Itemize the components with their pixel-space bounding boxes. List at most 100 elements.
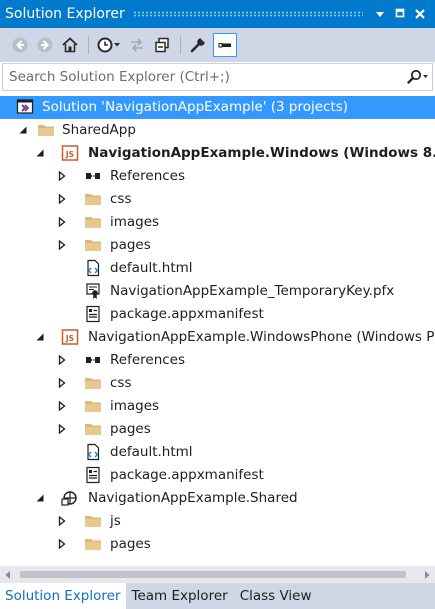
tree-item[interactable]: NavigationAppExample.Shared bbox=[0, 487, 435, 510]
tree-item[interactable]: js bbox=[0, 510, 435, 533]
tree-item-label: NavigationAppExample.Shared bbox=[88, 490, 298, 506]
preview-selected-items-button[interactable] bbox=[213, 33, 237, 57]
pin-icon bbox=[395, 8, 405, 18]
shared-project-icon bbox=[61, 489, 79, 507]
search-button[interactable] bbox=[404, 65, 432, 89]
tree-item-label: default.html bbox=[110, 260, 193, 276]
title-grip[interactable] bbox=[132, 11, 363, 17]
manifest-icon bbox=[84, 466, 102, 484]
collapsed-arrow-icon[interactable] bbox=[56, 193, 68, 205]
tree-item-label: Solution 'NavigationAppExample' (3 proje… bbox=[42, 99, 349, 115]
window-options-button[interactable] bbox=[371, 4, 389, 24]
collapsed-arrow-icon[interactable] bbox=[56, 515, 68, 527]
collapsed-arrow-icon[interactable] bbox=[56, 239, 68, 251]
scroll-left-button[interactable] bbox=[0, 566, 16, 583]
tree-item[interactable]: package.appxmanifest bbox=[0, 303, 435, 326]
tree-item[interactable]: Solution 'NavigationAppExample' (3 proje… bbox=[0, 96, 435, 119]
tree-item[interactable]: pages bbox=[0, 418, 435, 441]
close-icon bbox=[415, 9, 425, 19]
tree-item[interactable]: css bbox=[0, 372, 435, 395]
tree-item[interactable]: images bbox=[0, 395, 435, 418]
folder-icon bbox=[84, 236, 102, 254]
solution-tree: Solution 'NavigationAppExample' (3 proje… bbox=[0, 96, 435, 566]
solution-icon bbox=[16, 98, 34, 116]
tree-item-label: package.appxmanifest bbox=[110, 467, 264, 483]
tree-item-label: css bbox=[110, 375, 132, 391]
tool-window-tabs: Solution Explorer Team Explorer Class Vi… bbox=[0, 583, 435, 609]
tree-item[interactable]: images bbox=[0, 211, 435, 234]
tree-item[interactable]: pages bbox=[0, 234, 435, 257]
folder-icon bbox=[84, 374, 102, 392]
tree-item[interactable]: pages bbox=[0, 533, 435, 556]
tree-item[interactable]: References bbox=[0, 165, 435, 188]
scrollbar-track[interactable] bbox=[16, 566, 419, 583]
scroll-right-button[interactable] bbox=[419, 566, 435, 583]
search-icon bbox=[407, 69, 428, 84]
tree-item-label: NavigationAppExample.WindowsPhone (Windo… bbox=[88, 329, 435, 345]
search-box bbox=[2, 63, 433, 91]
tree-item[interactable]: SharedApp bbox=[0, 119, 435, 142]
tree-item-label: css bbox=[110, 191, 132, 207]
tree-item[interactable]: References bbox=[0, 349, 435, 372]
scroll-right-icon bbox=[425, 570, 430, 579]
collapsed-arrow-icon[interactable] bbox=[56, 423, 68, 435]
tree-item[interactable]: css bbox=[0, 188, 435, 211]
html-file-icon bbox=[84, 443, 102, 461]
tree-item[interactable]: JS NavigationAppExample.Windows (Windows … bbox=[0, 142, 435, 165]
collapsed-arrow-icon[interactable] bbox=[56, 377, 68, 389]
expanded-arrow-icon[interactable] bbox=[34, 147, 46, 159]
tab-class-view[interactable]: Class View bbox=[234, 583, 318, 609]
tree-item[interactable]: NavigationAppExample_TemporaryKey.pfx bbox=[0, 280, 435, 303]
expanded-arrow-icon[interactable] bbox=[34, 331, 46, 343]
manifest-icon bbox=[84, 305, 102, 323]
folder-icon bbox=[84, 420, 102, 438]
tree-item[interactable]: default.html bbox=[0, 257, 435, 280]
sync-with-active-document-button[interactable] bbox=[125, 33, 149, 57]
clock-icon bbox=[97, 37, 120, 53]
tab-team-explorer[interactable]: Team Explorer bbox=[126, 583, 234, 609]
folder-icon bbox=[84, 190, 102, 208]
search-input[interactable] bbox=[3, 65, 404, 89]
tree-item-label: default.html bbox=[110, 444, 193, 460]
close-button[interactable] bbox=[411, 4, 429, 24]
collapsed-arrow-icon[interactable] bbox=[56, 170, 68, 182]
home-button[interactable] bbox=[58, 33, 82, 57]
pin-button[interactable] bbox=[391, 4, 409, 24]
preview-icon bbox=[218, 43, 231, 48]
collapsed-arrow-icon[interactable] bbox=[56, 354, 68, 366]
properties-button[interactable] bbox=[186, 33, 210, 57]
collapsed-arrow-icon[interactable] bbox=[56, 400, 68, 412]
svg-text:JS: JS bbox=[65, 334, 74, 343]
references-icon bbox=[84, 167, 102, 185]
back-arrow-icon bbox=[12, 37, 28, 53]
tab-solution-explorer[interactable]: Solution Explorer bbox=[0, 583, 126, 609]
folder-icon bbox=[37, 121, 55, 139]
folder-icon bbox=[84, 397, 102, 415]
tree-item[interactable]: package.appxmanifest bbox=[0, 464, 435, 487]
back-button[interactable] bbox=[8, 33, 32, 57]
tree-item-label: NavigationAppExample_TemporaryKey.pfx bbox=[110, 283, 395, 299]
scrollbar-thumb[interactable] bbox=[20, 571, 406, 578]
forward-button[interactable] bbox=[33, 33, 57, 57]
svg-text:JS: JS bbox=[65, 150, 74, 159]
tree-item-label: images bbox=[110, 398, 160, 414]
collapsed-arrow-icon[interactable] bbox=[56, 538, 68, 550]
tree-item-label: pages bbox=[110, 421, 151, 437]
tree-item[interactable]: default.html bbox=[0, 441, 435, 464]
horizontal-scrollbar[interactable] bbox=[0, 566, 435, 583]
tree-item-label: SharedApp bbox=[62, 122, 136, 138]
dropdown-arrow-icon bbox=[376, 12, 384, 17]
tree-item-label: pages bbox=[110, 237, 151, 253]
expanded-arrow-icon[interactable] bbox=[17, 124, 29, 136]
certificate-icon bbox=[84, 282, 102, 300]
expanded-arrow-icon[interactable] bbox=[34, 492, 46, 504]
tree-item-label: References bbox=[110, 352, 186, 368]
tree-item-label: js bbox=[110, 513, 121, 529]
tree-item[interactable]: JS NavigationAppExample.WindowsPhone (Win… bbox=[0, 326, 435, 349]
home-icon bbox=[62, 37, 78, 53]
collapsed-arrow-icon[interactable] bbox=[56, 216, 68, 228]
pending-changes-filter-button[interactable] bbox=[94, 33, 124, 57]
collapse-all-button[interactable] bbox=[150, 33, 174, 57]
toolbar-separator bbox=[180, 36, 181, 54]
wrench-icon bbox=[190, 37, 206, 53]
